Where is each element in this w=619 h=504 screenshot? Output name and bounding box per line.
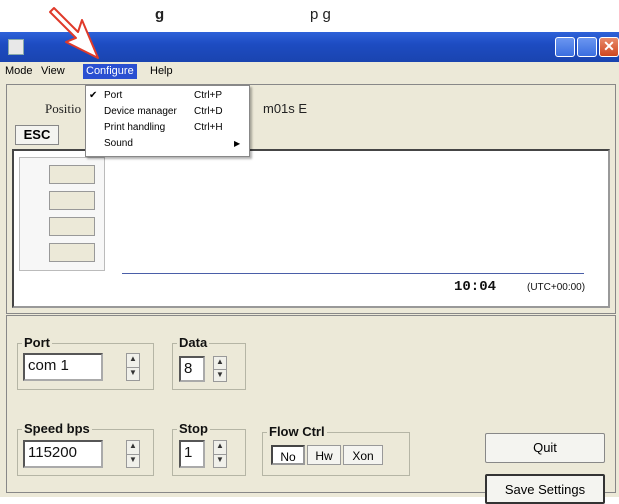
spin-down-icon[interactable]: ▼ bbox=[127, 455, 139, 468]
spin-down-icon[interactable]: ▼ bbox=[214, 370, 226, 382]
menu-item-shortcut: Ctrl+H bbox=[194, 122, 223, 133]
app-icon[interactable] bbox=[8, 39, 24, 55]
configure-dropdown: ✔ Port Ctrl+P Device manager Ctrl+D Prin… bbox=[85, 85, 250, 157]
menu-help[interactable]: Help bbox=[147, 64, 176, 79]
display-screen: 10:04 (UTC+00:00) bbox=[12, 149, 610, 308]
speed-label: Speed bps bbox=[22, 421, 92, 436]
menu-view[interactable]: View bbox=[38, 64, 68, 79]
flow-xon-button[interactable]: Xon bbox=[343, 445, 383, 465]
speed-group: Speed bps 115200 ▲ ▼ bbox=[17, 421, 154, 476]
close-button[interactable]: ✕ bbox=[599, 37, 619, 57]
esc-button[interactable]: ESC bbox=[15, 125, 59, 145]
divider-line bbox=[122, 273, 584, 274]
port-field[interactable]: com 1 bbox=[23, 353, 103, 381]
position-label: Positio bbox=[45, 101, 82, 116]
data-bits-spinner[interactable]: ▲ ▼ bbox=[213, 356, 227, 382]
soft-key-column bbox=[19, 157, 105, 271]
menu-item-label: Print handling bbox=[104, 122, 166, 133]
soft-key-4[interactable] bbox=[49, 243, 95, 262]
flow-control-group: Flow Ctrl No Hw Xon bbox=[262, 424, 410, 476]
spin-down-icon[interactable]: ▼ bbox=[127, 368, 139, 381]
spin-up-icon[interactable]: ▲ bbox=[214, 357, 226, 370]
menu-item-device-manager[interactable]: Device manager Ctrl+D bbox=[86, 104, 247, 119]
menu-item-shortcut: Ctrl+D bbox=[194, 106, 223, 117]
port-spinner[interactable]: ▲ ▼ bbox=[126, 353, 140, 381]
flow-control-label: Flow Ctrl bbox=[267, 424, 327, 439]
minimize-button[interactable] bbox=[555, 37, 575, 57]
spin-up-icon[interactable]: ▲ bbox=[127, 441, 139, 455]
speed-spinner[interactable]: ▲ ▼ bbox=[126, 440, 140, 468]
menu-item-label: Device manager bbox=[104, 106, 177, 117]
menu-bar: Mode View Configure Help bbox=[0, 62, 619, 81]
stop-bits-spinner[interactable]: ▲ ▼ bbox=[213, 440, 227, 468]
speed-field[interactable]: 115200 bbox=[23, 440, 103, 468]
caption-text-left: g bbox=[155, 6, 165, 23]
port-label: Port bbox=[22, 335, 52, 350]
menu-item-label: Sound bbox=[104, 138, 133, 149]
menu-configure[interactable]: Configure bbox=[83, 64, 137, 79]
position-coordinate: m01s E bbox=[263, 101, 308, 116]
flow-hw-button[interactable]: Hw bbox=[307, 445, 341, 465]
save-settings-button[interactable]: Save Settings bbox=[485, 474, 605, 504]
flow-no-button[interactable]: No bbox=[271, 445, 305, 465]
spin-down-icon[interactable]: ▼ bbox=[214, 455, 226, 468]
menu-item-label: Port bbox=[104, 90, 123, 101]
menu-mode[interactable]: Mode bbox=[2, 64, 36, 79]
soft-key-2[interactable] bbox=[49, 191, 95, 210]
menu-item-print-handling[interactable]: Print handling Ctrl+H bbox=[86, 120, 247, 135]
submenu-arrow-icon: ▶ bbox=[234, 139, 241, 148]
quit-button[interactable]: Quit bbox=[485, 433, 605, 463]
checkmark-icon: ✔ bbox=[89, 90, 98, 101]
port-group: Port com 1 ▲ ▼ bbox=[17, 335, 154, 390]
caption-text-right: p g bbox=[310, 6, 331, 23]
data-bits-field[interactable]: 8 bbox=[179, 356, 205, 382]
timezone-label: (UTC+00:00) bbox=[527, 282, 586, 293]
data-bits-label: Data bbox=[177, 335, 210, 350]
stop-bits-group: Stop 1 ▲ ▼ bbox=[172, 421, 246, 476]
spin-up-icon[interactable]: ▲ bbox=[214, 441, 226, 455]
maximize-button[interactable] bbox=[577, 37, 597, 57]
spin-up-icon[interactable]: ▲ bbox=[127, 354, 139, 368]
data-bits-group: Data 8 ▲ ▼ bbox=[172, 335, 246, 390]
annotation-arrow-icon bbox=[49, 7, 99, 59]
stop-bits-label: Stop bbox=[177, 421, 210, 436]
soft-key-3[interactable] bbox=[49, 217, 95, 236]
menu-item-sound[interactable]: Sound ▶ bbox=[86, 136, 247, 151]
settings-panel: Port com 1 ▲ ▼ Data 8 ▲ ▼ Speed bps 1152… bbox=[6, 315, 616, 504]
soft-key-1[interactable] bbox=[49, 165, 95, 184]
menu-item-port[interactable]: ✔ Port Ctrl+P bbox=[86, 88, 247, 103]
clock-time: 10:04 bbox=[454, 279, 497, 295]
menu-item-shortcut: Ctrl+P bbox=[194, 90, 223, 101]
stop-bits-field[interactable]: 1 bbox=[179, 440, 205, 468]
